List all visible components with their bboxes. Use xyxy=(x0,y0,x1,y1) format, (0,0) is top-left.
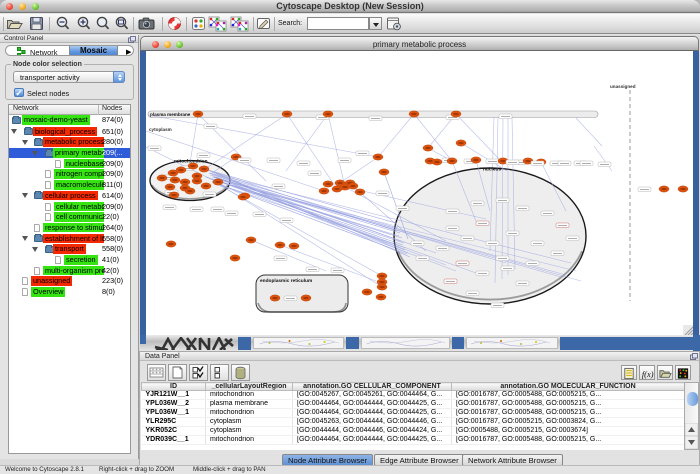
svg-text:unassigned: unassigned xyxy=(610,84,636,89)
svg-text:nucleus: nucleus xyxy=(483,167,501,173)
svg-text:endoplasmic reticulum: endoplasmic reticulum xyxy=(260,278,312,284)
svg-text:cytoplasm: cytoplasm xyxy=(149,127,172,132)
svg-text:f(x): f(x) xyxy=(642,370,654,379)
svg-text:mitochondrion: mitochondrion xyxy=(174,159,208,165)
